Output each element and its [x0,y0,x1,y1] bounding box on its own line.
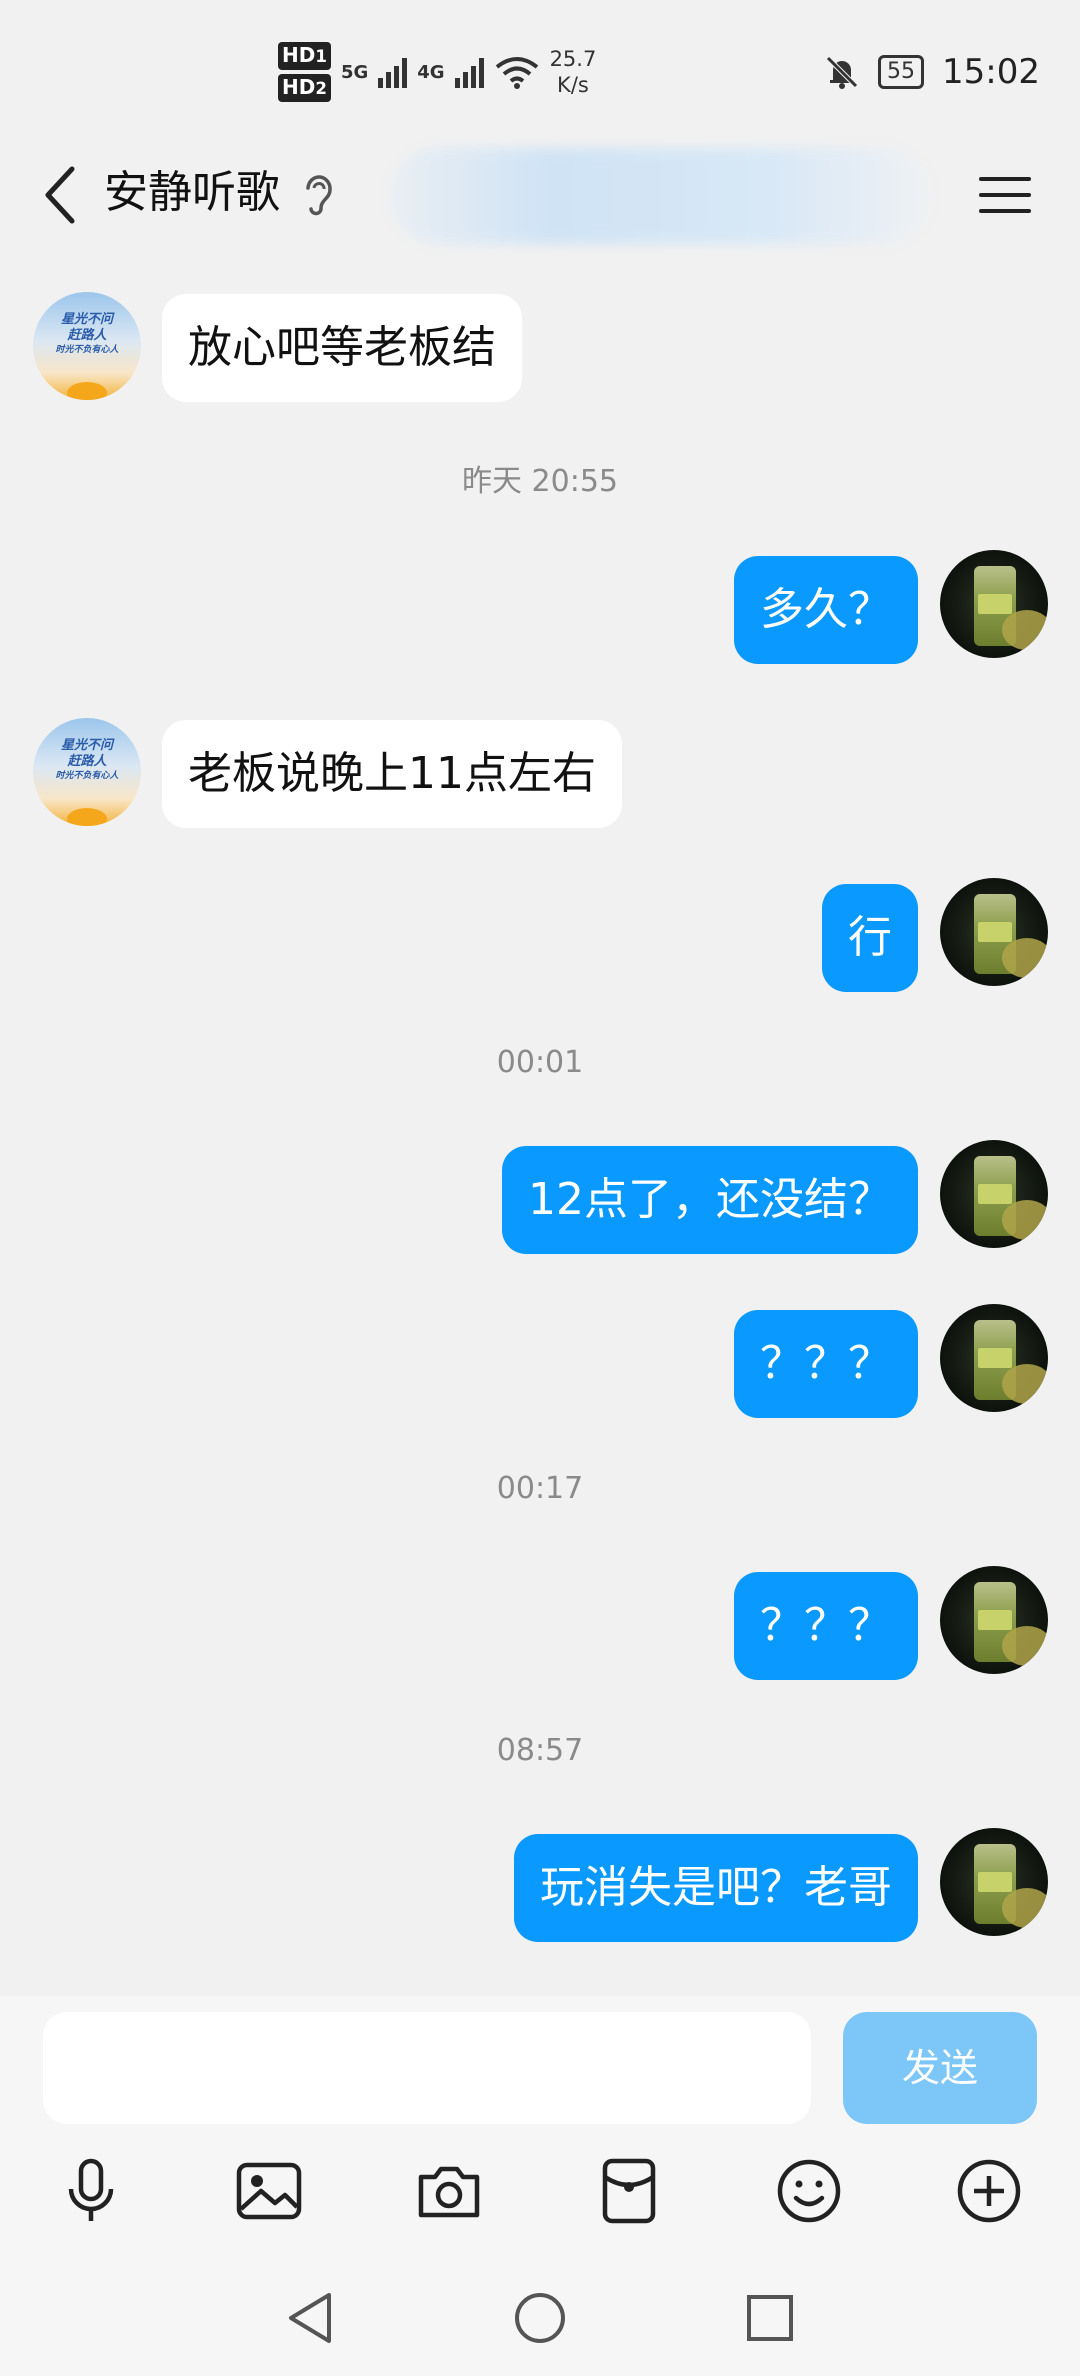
message-bubble[interactable]: ？？？ [734,1572,918,1680]
my-avatar[interactable] [940,1140,1048,1248]
message-bubble[interactable]: ？？？ [734,1310,918,1418]
signal-bars-icon [378,56,408,88]
wifi-icon [495,57,538,89]
clock: 15:02 [942,52,1040,92]
my-avatar[interactable] [940,878,1048,986]
red-packet-button[interactable] [594,2156,664,2226]
message-bubble[interactable]: 行 [822,884,918,992]
message-input[interactable] [43,2012,811,2124]
nav-recents-button[interactable] [740,2288,800,2348]
message-bubble[interactable]: 玩消失是吧？老哥 [514,1834,918,1942]
message-list[interactable]: 星光不问 赶路人 时光不负有心人 放心吧等老板结 昨天 20:55 多久？ 星光… [0,248,1080,1996]
image-button[interactable] [234,2156,304,2226]
my-avatar[interactable] [940,1828,1048,1936]
network-4g-label: 4G [417,61,445,83]
timestamp: 00:01 [496,1045,584,1080]
status-right: 55 15:02 [824,52,1040,92]
my-avatar[interactable] [940,550,1048,658]
menu-button[interactable] [970,160,1040,230]
status-left: HD1 HD2 5G 4G 25.7 K/s [278,42,596,102]
contact-avatar[interactable]: 星光不问 赶路人 时光不负有心人 [33,292,141,400]
nav-home-button[interactable] [510,2288,570,2348]
nav-back-button[interactable] [280,2288,340,2348]
blurred-region [390,148,930,244]
plus-icon [957,2159,1021,2223]
timestamp: 00:17 [496,1471,584,1506]
more-button[interactable] [954,2156,1024,2226]
microphone-button[interactable] [56,2156,126,2226]
timestamp: 昨天 20:55 [462,464,618,499]
signal-bars-icon-2 [454,56,484,88]
sim-indicators: HD1 HD2 [278,42,331,102]
message-bubble[interactable]: 老板说晚上11点左右 [162,720,622,828]
my-avatar[interactable] [940,1566,1048,1674]
composer: 发送 [0,1996,1080,2258]
emoji-icon [777,2159,841,2223]
ear-icon[interactable] [298,166,338,222]
emoji-button[interactable] [774,2156,844,2226]
network-5g-label: 5G [340,61,369,83]
my-avatar[interactable] [940,1304,1048,1412]
sim2-hd-badge: HD2 [278,74,331,102]
camera-button[interactable] [414,2156,484,2226]
square-recents-icon [747,2295,793,2341]
contact-avatar[interactable]: 星光不问 赶路人 时光不负有心人 [33,718,141,826]
toolbar [0,2136,1080,2246]
microphone-icon [68,2158,114,2221]
chat-header: 安静听歌 [0,140,1080,248]
message-bubble[interactable]: 12点了，还没结？ [502,1146,918,1254]
image-icon [236,2162,302,2220]
back-button[interactable] [30,150,90,240]
timestamp: 08:57 [496,1733,584,1768]
hamburger-menu-icon [979,177,1031,213]
message-bubble[interactable]: 多久？ [734,556,918,664]
camera-icon [418,2166,480,2218]
mute-bell-icon [826,56,858,89]
chevron-left-icon [45,166,75,224]
sim1-hd-badge: HD1 [278,42,331,70]
red-packet-icon [602,2158,656,2224]
chat-title[interactable]: 安静听歌 [104,160,280,226]
network-speed: 25.7 K/s [549,47,597,97]
circle-home-icon [515,2293,565,2343]
system-navigation-bar [0,2258,1080,2376]
status-bar: HD1 HD2 5G 4G 25.7 K/s 55 15:02 [0,0,1080,140]
battery-indicator: 55 [878,55,925,89]
triangle-back-icon [289,2293,331,2343]
message-bubble[interactable]: 放心吧等老板结 [162,294,522,402]
send-button[interactable]: 发送 [843,2012,1037,2124]
